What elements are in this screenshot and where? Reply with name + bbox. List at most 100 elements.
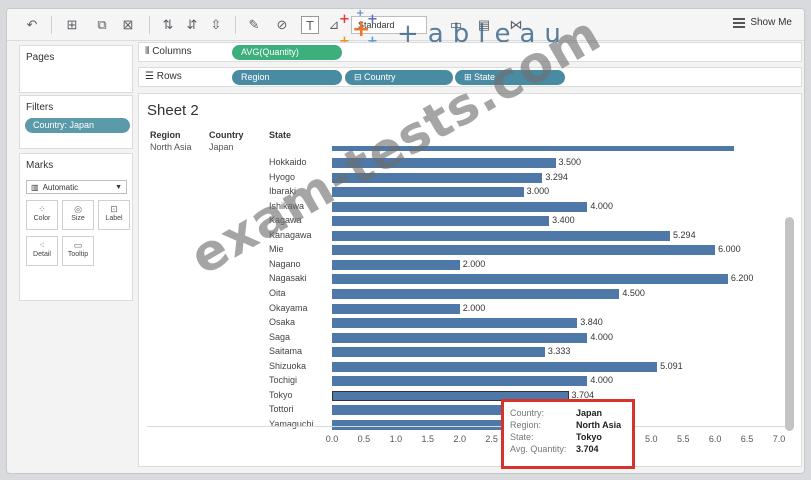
marks-label-button[interactable]: ⊡ Label xyxy=(98,200,130,230)
bar[interactable] xyxy=(332,347,545,358)
bar-value-label: 4.000 xyxy=(590,375,613,386)
filters-card[interactable]: Filters Country: Japan xyxy=(19,95,133,149)
duplicate-sheet-icon[interactable]: ⧉ xyxy=(93,16,111,34)
rows-pill-region[interactable]: Region xyxy=(232,70,342,85)
x-tick-label: 6.5 xyxy=(740,434,754,444)
bar-value-label: 3.840 xyxy=(580,317,603,328)
sheet-title: Sheet 2 xyxy=(147,102,199,119)
color-icon: ⁘ xyxy=(38,204,46,214)
bar-value-label: 3.333 xyxy=(547,346,571,357)
bar-value-label: 3.400 xyxy=(552,215,575,226)
marks-card: Marks ▥ Automatic ▼ ⁘ Color ◎ Size ⊡ Lab… xyxy=(19,153,133,301)
columns-shelf[interactable]: ⦀ Columns AVG(Quantity) xyxy=(138,42,802,62)
x-tick-label: 0.5 xyxy=(357,434,371,444)
tableau-window: ↶ ⊞ ⧉ ⊠ ⇅ ⇵ ⇳ ✎ ⊘ T ⊿ Standard ▭ ▤ ⋈ Sho… xyxy=(6,8,805,474)
state-label: Oita xyxy=(269,287,286,298)
bar-value-label: 4.000 xyxy=(590,331,613,342)
sort-descending-icon[interactable]: ⇳ xyxy=(207,16,225,34)
x-tick-label: 5.0 xyxy=(645,434,658,444)
bar[interactable] xyxy=(332,230,671,241)
x-tick-label: 7.0 xyxy=(772,434,786,444)
columns-label: ⦀ Columns xyxy=(145,46,192,57)
bar-value-label: 3.294 xyxy=(545,171,568,182)
bar[interactable] xyxy=(332,274,728,285)
columns-label-text: Columns xyxy=(152,46,192,57)
filters-title: Filters xyxy=(26,102,54,113)
header-region: Region xyxy=(150,130,181,140)
bar-value-label: 6.200 xyxy=(730,273,754,284)
tooltip-key: State: xyxy=(510,432,534,442)
undo-icon[interactable]: ↶ xyxy=(23,16,41,34)
highlight-icon[interactable]: ✎ xyxy=(245,16,263,34)
x-tick-label: 2.0 xyxy=(453,434,466,444)
marks-tooltip-label: Tooltip xyxy=(67,251,89,258)
rows-pill-country-text: Country xyxy=(364,72,396,82)
bar[interactable] xyxy=(332,216,550,227)
rows-pill-country[interactable]: ⊟ Country xyxy=(345,70,453,85)
state-label: Yamaguchi xyxy=(269,418,314,429)
clear-sheet-icon[interactable]: ⊠ xyxy=(119,16,137,34)
new-datasource-icon[interactable]: ⊞ xyxy=(63,16,81,34)
marks-color-button[interactable]: ⁘ Color xyxy=(26,200,58,230)
toolbar-divider xyxy=(149,16,150,34)
group-icon[interactable]: ⊘ xyxy=(273,16,291,34)
bar[interactable] xyxy=(332,201,588,212)
tooltip-row: Avg. Quantity: 3.704 xyxy=(510,444,626,456)
bar-chart-icon: ▥ xyxy=(31,182,39,192)
bar[interactable] xyxy=(332,259,460,270)
filter-pill-country[interactable]: Country: Japan xyxy=(25,118,130,133)
marks-size-button[interactable]: ◎ Size xyxy=(62,200,94,230)
tooltip-value: Japan xyxy=(576,408,603,418)
state-label: Saga xyxy=(269,331,291,342)
bar[interactable] xyxy=(332,245,716,256)
sort-ascending-icon[interactable]: ⇵ xyxy=(183,16,201,34)
chevron-down-icon: ▼ xyxy=(115,183,122,191)
state-label: Tokyo xyxy=(269,389,293,400)
marks-title: Marks xyxy=(26,160,54,171)
collapse-icon: ⊟ xyxy=(354,72,365,82)
bar[interactable] xyxy=(332,361,658,372)
mark-type-select[interactable]: ▥ Automatic ▼ xyxy=(26,180,127,194)
state-label: Tottori xyxy=(269,404,294,415)
label-icon: ⊡ xyxy=(110,204,118,214)
tooltip-icon: ▭ xyxy=(73,240,83,250)
state-label: Nagasaki xyxy=(269,273,307,284)
tooltip-box: Country: Japan Region: North Asia State:… xyxy=(501,399,635,469)
pages-title: Pages xyxy=(26,52,55,63)
rows-label-text: Rows xyxy=(156,71,182,82)
show-labels-icon[interactable]: T xyxy=(301,16,319,34)
bar[interactable] xyxy=(332,288,620,299)
tooltip-row: Country: Japan xyxy=(510,408,626,420)
columns-pill-avg-quantity[interactable]: AVG(Quantity) xyxy=(232,45,342,60)
state-label: Osaka xyxy=(269,317,296,328)
bar-value-label: 5.294 xyxy=(673,229,696,240)
tooltip-value: North Asia xyxy=(576,420,622,430)
show-me-icon xyxy=(733,17,746,28)
region-cell: North Asia xyxy=(150,142,192,152)
rows-icon: ☰ xyxy=(145,71,157,82)
bar-value-label: 3.000 xyxy=(526,186,550,197)
bar[interactable] xyxy=(332,318,578,329)
tooltip-key: Country: xyxy=(510,408,545,418)
bar-value-label: 3.500 xyxy=(558,157,582,167)
x-tick-label: 2.5 xyxy=(485,434,498,444)
country-cell: Japan xyxy=(209,142,234,152)
marks-tooltip-button[interactable]: ▭ Tooltip xyxy=(62,236,94,266)
vertical-scrollbar[interactable] xyxy=(785,217,794,431)
tooltip-value: Tokyo xyxy=(576,432,602,442)
tooltip-key: Avg. Quantity: xyxy=(510,444,567,454)
bar[interactable] xyxy=(332,376,588,387)
x-tick-label: 0.0 xyxy=(325,434,339,444)
bar[interactable] xyxy=(332,332,588,343)
tooltip-row: State: Tokyo xyxy=(510,432,626,444)
bar[interactable] xyxy=(332,303,460,314)
bar-value-label: 2.000 xyxy=(462,302,486,313)
bar-value-label: 2.000 xyxy=(462,258,486,269)
x-tick-label: 1.5 xyxy=(421,434,435,444)
swap-axes-icon[interactable]: ⇅ xyxy=(159,16,177,34)
show-me-button[interactable]: Show Me xyxy=(733,17,792,28)
marks-detail-button[interactable]: ⁖ Detail xyxy=(26,236,58,266)
pages-card[interactable]: Pages xyxy=(19,45,133,93)
state-label: Shizuoka xyxy=(269,360,307,371)
marks-color-label: Color xyxy=(33,215,51,222)
